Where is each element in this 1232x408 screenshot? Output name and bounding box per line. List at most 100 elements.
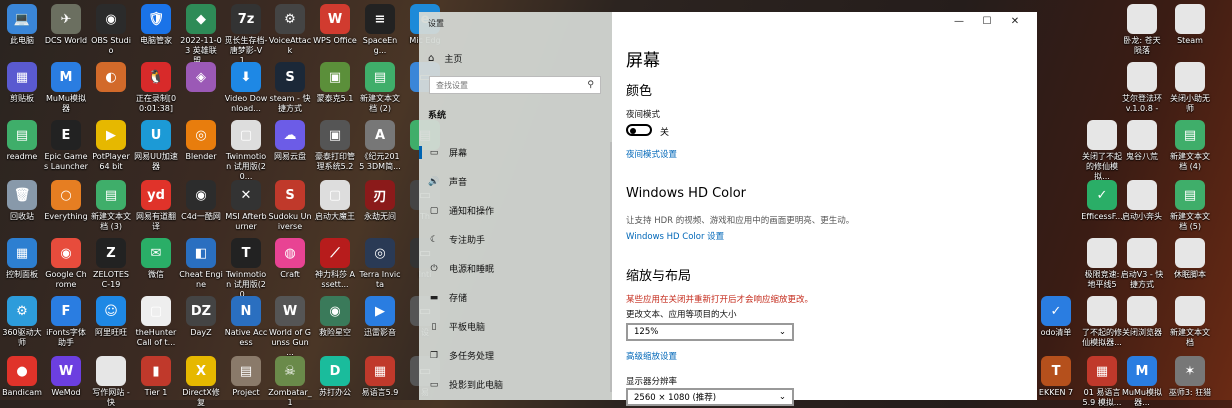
desktop-icon[interactable]: yd 网易有道翻译 (134, 180, 178, 232)
desktop-icon[interactable]: ▤ 新建文本文档 (5) (1168, 180, 1212, 232)
desktop-icon[interactable]: ◐ (89, 62, 133, 94)
desktop-icon[interactable]: ◎ Blender (179, 120, 223, 162)
desktop-icon[interactable]: 极限竞速: 地平线5 (1080, 238, 1124, 290)
desktop-icon[interactable]: T EKKEN 7 (1034, 356, 1078, 398)
desktop-icon[interactable]: ▦ 剪贴板 (0, 62, 44, 104)
sidebar-item-4[interactable]: ⏻ 电源和睡眠 (419, 254, 612, 283)
desktop-icon[interactable]: ◉ 救险星空 (313, 296, 357, 338)
desktop-icon[interactable]: ◉ Google Chrome (44, 238, 88, 290)
sidebar-item-7[interactable]: ❐ 多任务处理 (419, 341, 612, 370)
desktop-icon[interactable]: ✶ 巫师3: 狂猎 (1168, 356, 1212, 398)
sidebar-item-2[interactable]: ▢ 通知和操作 (419, 196, 612, 225)
desktop-icon[interactable]: ◆ 2022-11-03 英雄联盟... (179, 4, 223, 66)
maximize-button[interactable]: ☐ (973, 16, 1001, 27)
desktop-icon[interactable]: D 苏打办公 (313, 356, 357, 398)
sidebar-item-0[interactable]: ▭ 屏幕 (419, 138, 612, 167)
desktop-icon[interactable]: ▶ 迅雷影音 (358, 296, 402, 338)
desktop-icon[interactable]: 艾尔登法环 v.1.0.8 - (1120, 62, 1164, 114)
desktop-icon[interactable]: E Epic Games Launcher (44, 120, 88, 172)
desktop-icon[interactable]: 7z 觅长生存档-唐梦影-V1... (224, 4, 268, 66)
night-mode-settings-link[interactable]: 夜间模式设置 (626, 148, 677, 160)
desktop-icon[interactable]: ○ Everything (44, 180, 88, 222)
desktop-icon[interactable]: Ssteam - 快捷方式 (268, 62, 312, 114)
desktop-icon[interactable]: ▤ Project (224, 356, 268, 398)
desktop-icon[interactable]: ▤ readme (0, 120, 44, 162)
desktop-icon[interactable]: U 网易UU加速器 (134, 120, 178, 172)
desktop-icon[interactable]: FiFonts字体助手 (44, 296, 88, 348)
desktop-icon[interactable]: ▤ 新建文本文档 (3) (89, 180, 133, 232)
desktop-icon[interactable]: ▶ PotPlayer 64 bit (89, 120, 133, 172)
desktop-icon[interactable]: 💻 此电脑 (0, 4, 44, 46)
search-box[interactable]: ⚲ (429, 76, 601, 94)
desktop-icon[interactable]: M MuMu模拟器... (1120, 356, 1164, 408)
desktop-icon[interactable]: 关闭浏览器 (1120, 296, 1164, 338)
desktop-icon[interactable]: ● Bandicam (0, 356, 44, 398)
desktop-icon[interactable]: ◍ Craft (268, 238, 312, 280)
advanced-scaling-link[interactable]: 高级缩放设置 (626, 350, 677, 362)
desktop-icon[interactable]: 关闭小助无师 (1168, 62, 1212, 114)
desktop-icon[interactable]: ▦ 控制面板 (0, 238, 44, 280)
desktop-icon[interactable]: ▦ 01 易语言5.9 模拟... (1080, 356, 1124, 408)
sidebar-item-5[interactable]: ▬ 存储 (419, 283, 612, 312)
desktop-icon[interactable]: N Native Access (224, 296, 268, 348)
desktop-icon[interactable]: DZ DayZ (179, 296, 223, 338)
desktop-icon[interactable]: W WPS Office (313, 4, 357, 46)
hd-color-settings-link[interactable]: Windows HD Color 设置 (626, 230, 724, 242)
desktop-icon[interactable]: ⟋ 神力科莎 Assett... (313, 238, 357, 290)
home-link[interactable]: ⌂ 主页 (428, 52, 462, 65)
desktop-icon[interactable]: Steam (1168, 4, 1212, 46)
sidebar-item-1[interactable]: 🔊 声音 (419, 167, 612, 196)
desktop-icon[interactable]: ▦ 易语言5.9 (358, 356, 402, 398)
desktop-icon[interactable]: W WeMod (44, 356, 88, 398)
desktop-icon[interactable]: ◈ (179, 62, 223, 94)
desktop-icon[interactable]: ⚙ 360驱动大师 (0, 296, 44, 348)
desktop-icon[interactable]: 鬼谷八荒 (1120, 120, 1164, 162)
desktop-icon[interactable]: ☠ Zombatar_1 (268, 356, 312, 408)
sidebar-item-6[interactable]: ▯ 平板电脑 (419, 312, 612, 341)
desktop-icon[interactable]: ◎ Terra Invicta (358, 238, 402, 290)
desktop-icon[interactable]: ▢ Twinmotion 试用版(20... (224, 120, 268, 182)
night-mode-toggle[interactable] (626, 124, 652, 136)
desktop-icon[interactable]: ⚙ VoiceAttack (268, 4, 312, 56)
desktop-icon[interactable]: ▮ Tier 1 (134, 356, 178, 398)
desktop-icon[interactable]: 了不起的修仙模拟器... (1080, 296, 1124, 348)
desktop-icon[interactable]: A 《纪元2015 3DM简... (358, 120, 402, 172)
desktop-icon[interactable]: ▣ 蒙泰克5.1 (313, 62, 357, 104)
sidebar-item-3[interactable]: ☾ 专注助手 (419, 225, 612, 254)
desktop-icon[interactable]: 关闭了不起的修仙模拟... (1080, 120, 1124, 182)
desktop-icon[interactable]: ✓ odo清单 (1034, 296, 1078, 338)
desktop-icon[interactable]: ⬇ Video Download... (224, 62, 268, 114)
desktop-icon[interactable]: ✕ MSI Afterburner (224, 180, 268, 232)
close-button[interactable]: ✕ (1001, 16, 1029, 27)
desktop-icon[interactable]: ▤ 新建文本文档 (2) (358, 62, 402, 114)
resolution-dropdown[interactable]: 2560 × 1080 (推荐) ⌄ (626, 388, 794, 406)
desktop-icon[interactable]: 🛡 电脑管家 (134, 4, 178, 46)
desktop-icon[interactable]: ▤ 新建文本文档 (4) (1168, 120, 1212, 172)
desktop-icon[interactable]: W World of Gunss Gun ... (268, 296, 312, 358)
scale-dropdown[interactable]: 125% ⌄ (626, 323, 794, 341)
desktop-icon[interactable]: Z ZELOTES C-19 (89, 238, 133, 290)
desktop-icon[interactable]: ▢ theHunter Call of t... (134, 296, 178, 348)
desktop-icon[interactable]: T Twinmotion 试用版(20... (224, 238, 268, 300)
desktop-icon[interactable]: 卧龙: 苍天陨落 (1120, 4, 1164, 56)
desktop-icon[interactable]: ◉ C4d一酷网 (179, 180, 223, 222)
desktop-icon[interactable]: ✉ 微信 (134, 238, 178, 280)
desktop-icon[interactable]: 启动小奔头 (1120, 180, 1164, 222)
desktop-icon[interactable]: 🐧 正在录制[00:01:38] (134, 62, 178, 114)
desktop-icon[interactable]: ✈ DCS World (44, 4, 88, 46)
desktop-icon[interactable]: X DirectX修复 (179, 356, 223, 408)
desktop-icon[interactable]: ◉ OBS Studio (89, 4, 133, 56)
desktop-icon[interactable]: 🗑 回收站 (0, 180, 44, 222)
desktop-icon[interactable]: 刃永劫无间 (358, 180, 402, 222)
desktop-icon[interactable]: 新建文本文档 (1168, 296, 1212, 348)
desktop-icon[interactable]: ▣ 豪泰打印管理系统5.2 (313, 120, 357, 172)
desktop-icon[interactable]: 休眠脚本 (1168, 238, 1212, 280)
desktop-icon[interactable]: M MuMu模拟器 (44, 62, 88, 114)
search-input[interactable] (436, 80, 576, 90)
desktop-icon[interactable]: 启动V3 - 快捷方式 (1120, 238, 1164, 290)
minimize-button[interactable]: — (945, 16, 973, 27)
search-icon[interactable]: ⚲ (587, 80, 594, 90)
desktop-icon[interactable]: ☁ 网易云盘 (268, 120, 312, 162)
sidebar-item-8[interactable]: ▭ 投影到此电脑 (419, 370, 612, 399)
desktop-icon[interactable]: S Sudoku Universe (268, 180, 312, 232)
